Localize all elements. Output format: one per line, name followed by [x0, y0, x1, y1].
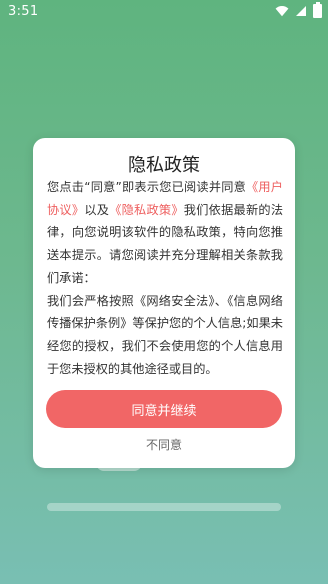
status-icons — [275, 2, 322, 18]
body-text-intro: 您点击“同意”即表示您已阅读并同意 — [47, 180, 247, 194]
status-time: 3:51 — [8, 4, 39, 19]
background-bar — [47, 503, 281, 511]
status-bar: 3:51 — [0, 0, 328, 24]
battery-icon — [313, 2, 322, 18]
signal-icon — [296, 6, 306, 16]
body-text-promise: 我们会严格按照《网络安全法》、《信息网络传播保护条例》等保护您的个人信息;如果未… — [47, 293, 283, 376]
agree-button[interactable]: 同意并继续 — [46, 390, 282, 428]
body-text-and: 以及 — [84, 202, 110, 217]
disagree-button[interactable]: 不同意 — [33, 436, 295, 453]
dialog-body: 您点击“同意”即表示您已阅读并同意《用户协议》以及《隐私政策》我们依据最新的法律… — [47, 176, 283, 380]
dialog-title: 隐私政策 — [128, 155, 200, 176]
wifi-icon — [275, 6, 289, 17]
privacy-policy-link[interactable]: 《隐私政策》 — [109, 203, 184, 217]
privacy-dialog: 隐私政策 您点击“同意”即表示您已阅读并同意《用户协议》以及《隐私政策》我们依据… — [33, 138, 295, 468]
